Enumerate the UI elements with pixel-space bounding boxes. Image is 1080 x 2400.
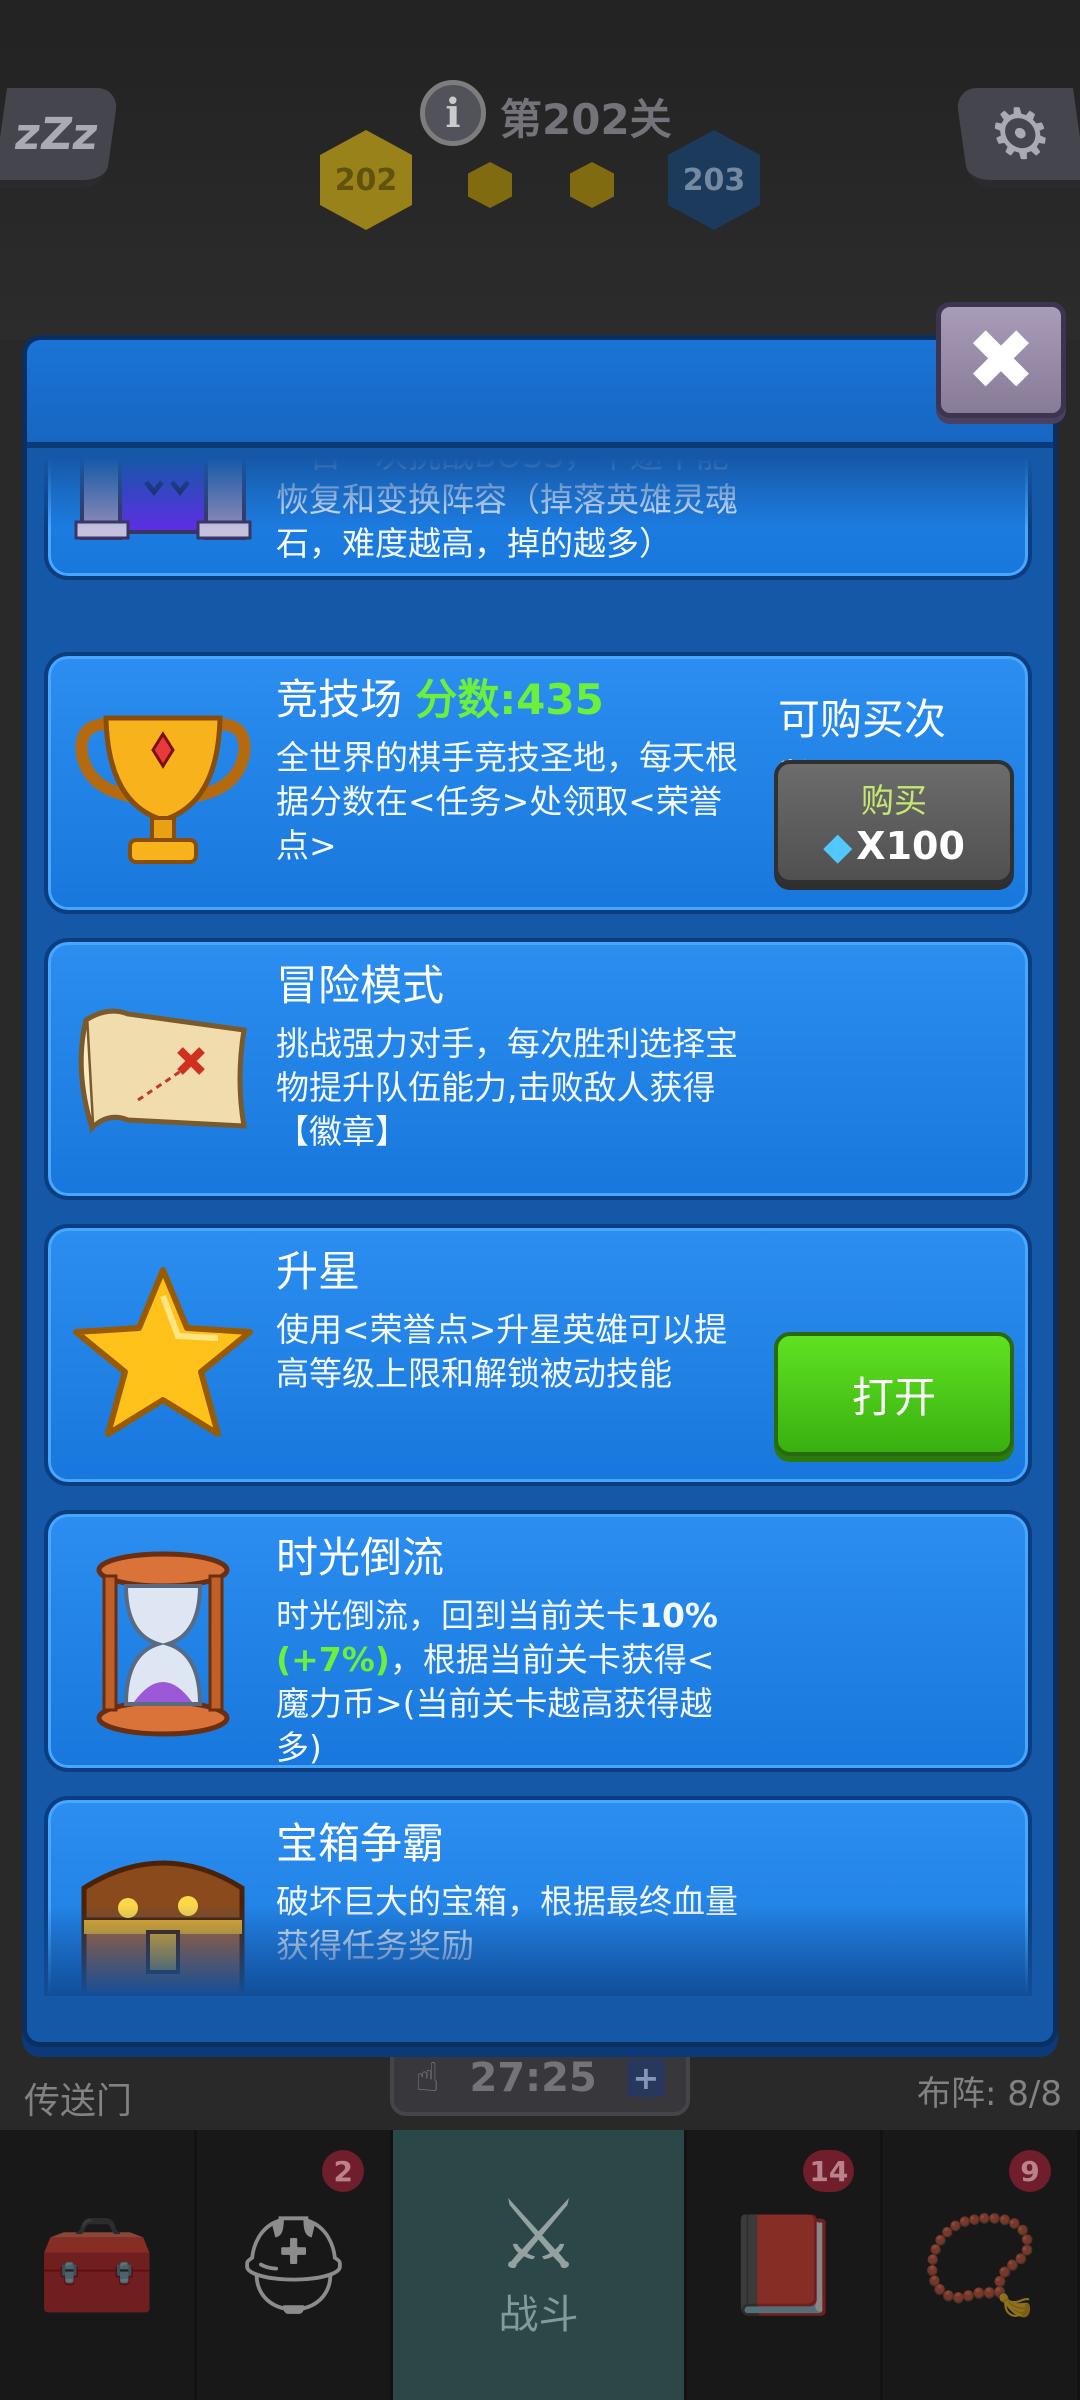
hourglass-icon <box>68 1542 258 1742</box>
mode-title: 冒险模式 <box>276 961 445 1010</box>
mode-title: 宝箱争霸 <box>276 1819 445 1868</box>
mode-desc: 时光倒流，回到当前关卡10%(+7%)，根据当前关卡获得<魔力币>(当前关卡越高… <box>276 1594 746 1770</box>
mode-title: 时光倒流 <box>276 1533 445 1582</box>
treasure-map-icon <box>68 970 258 1170</box>
mode-desc: 使用<荣誉点>升星英雄可以提高等级上限和解锁被动技能 <box>276 1310 728 1393</box>
star-icon <box>68 1256 258 1456</box>
list-fade-bottom <box>44 1904 1032 1996</box>
mode-card-star-up[interactable]: 升星 使用<荣誉点>升星英雄可以提高等级上限和解锁被动技能 打开 <box>44 1224 1032 1486</box>
mode-title-text: 竞技场 <box>276 675 403 724</box>
list-fade-top <box>44 458 1032 528</box>
trophy-icon <box>68 684 258 884</box>
buy-label: 购买 <box>861 781 927 820</box>
mode-title: 竞技场 分数:435 <box>276 666 604 727</box>
mode-list-viewport[interactable]: 一日一次挑战BOSS，中途不能恢复和变换阵容（掉落英雄灵魂石，难度越高，掉的越多… <box>44 458 1040 1996</box>
modal-header <box>27 340 1053 448</box>
mode-desc: 全世界的棋手竞技圣地，每天根据分数在<任务>处领取<荣誉点> <box>276 738 738 865</box>
price: ◆ X100 <box>778 824 1010 868</box>
mode-card-adventure[interactable]: 冒险模式 挑战强力对手，每次胜利选择宝物提升队伍能力,击败敌人获得【徽章】 <box>44 938 1032 1200</box>
price-text: X100 <box>856 824 965 868</box>
rewind-desc-a: 时光倒流，回到当前关卡 <box>276 1596 639 1635</box>
rewind-bonus: (+7%) <box>276 1640 390 1679</box>
mode-card-rewind[interactable]: 时光倒流 时光倒流，回到当前关卡10%(+7%)，根据当前关卡获得<魔力币>(当… <box>44 1510 1032 1772</box>
arena-score: 分数:435 <box>415 675 604 724</box>
buy-button[interactable]: 购买 ◆ X100 <box>774 760 1014 884</box>
open-button[interactable]: 打开 <box>774 1332 1014 1456</box>
close-button[interactable]: ✖ <box>936 302 1066 418</box>
mode-card-arena[interactable]: 竞技场 分数:435 全世界的棋手竞技圣地，每天根据分数在<任务>处领取<荣誉点… <box>44 652 1032 914</box>
mode-title: 升星 <box>276 1247 361 1296</box>
close-icon: ✖ <box>965 311 1037 409</box>
mode-desc: 挑战强力对手，每次胜利选择宝物提升队伍能力,击败敌人获得【徽章】 <box>276 1024 738 1151</box>
diamond-icon: ◆ <box>823 824 853 868</box>
rewind-percent: 10% <box>639 1596 718 1635</box>
